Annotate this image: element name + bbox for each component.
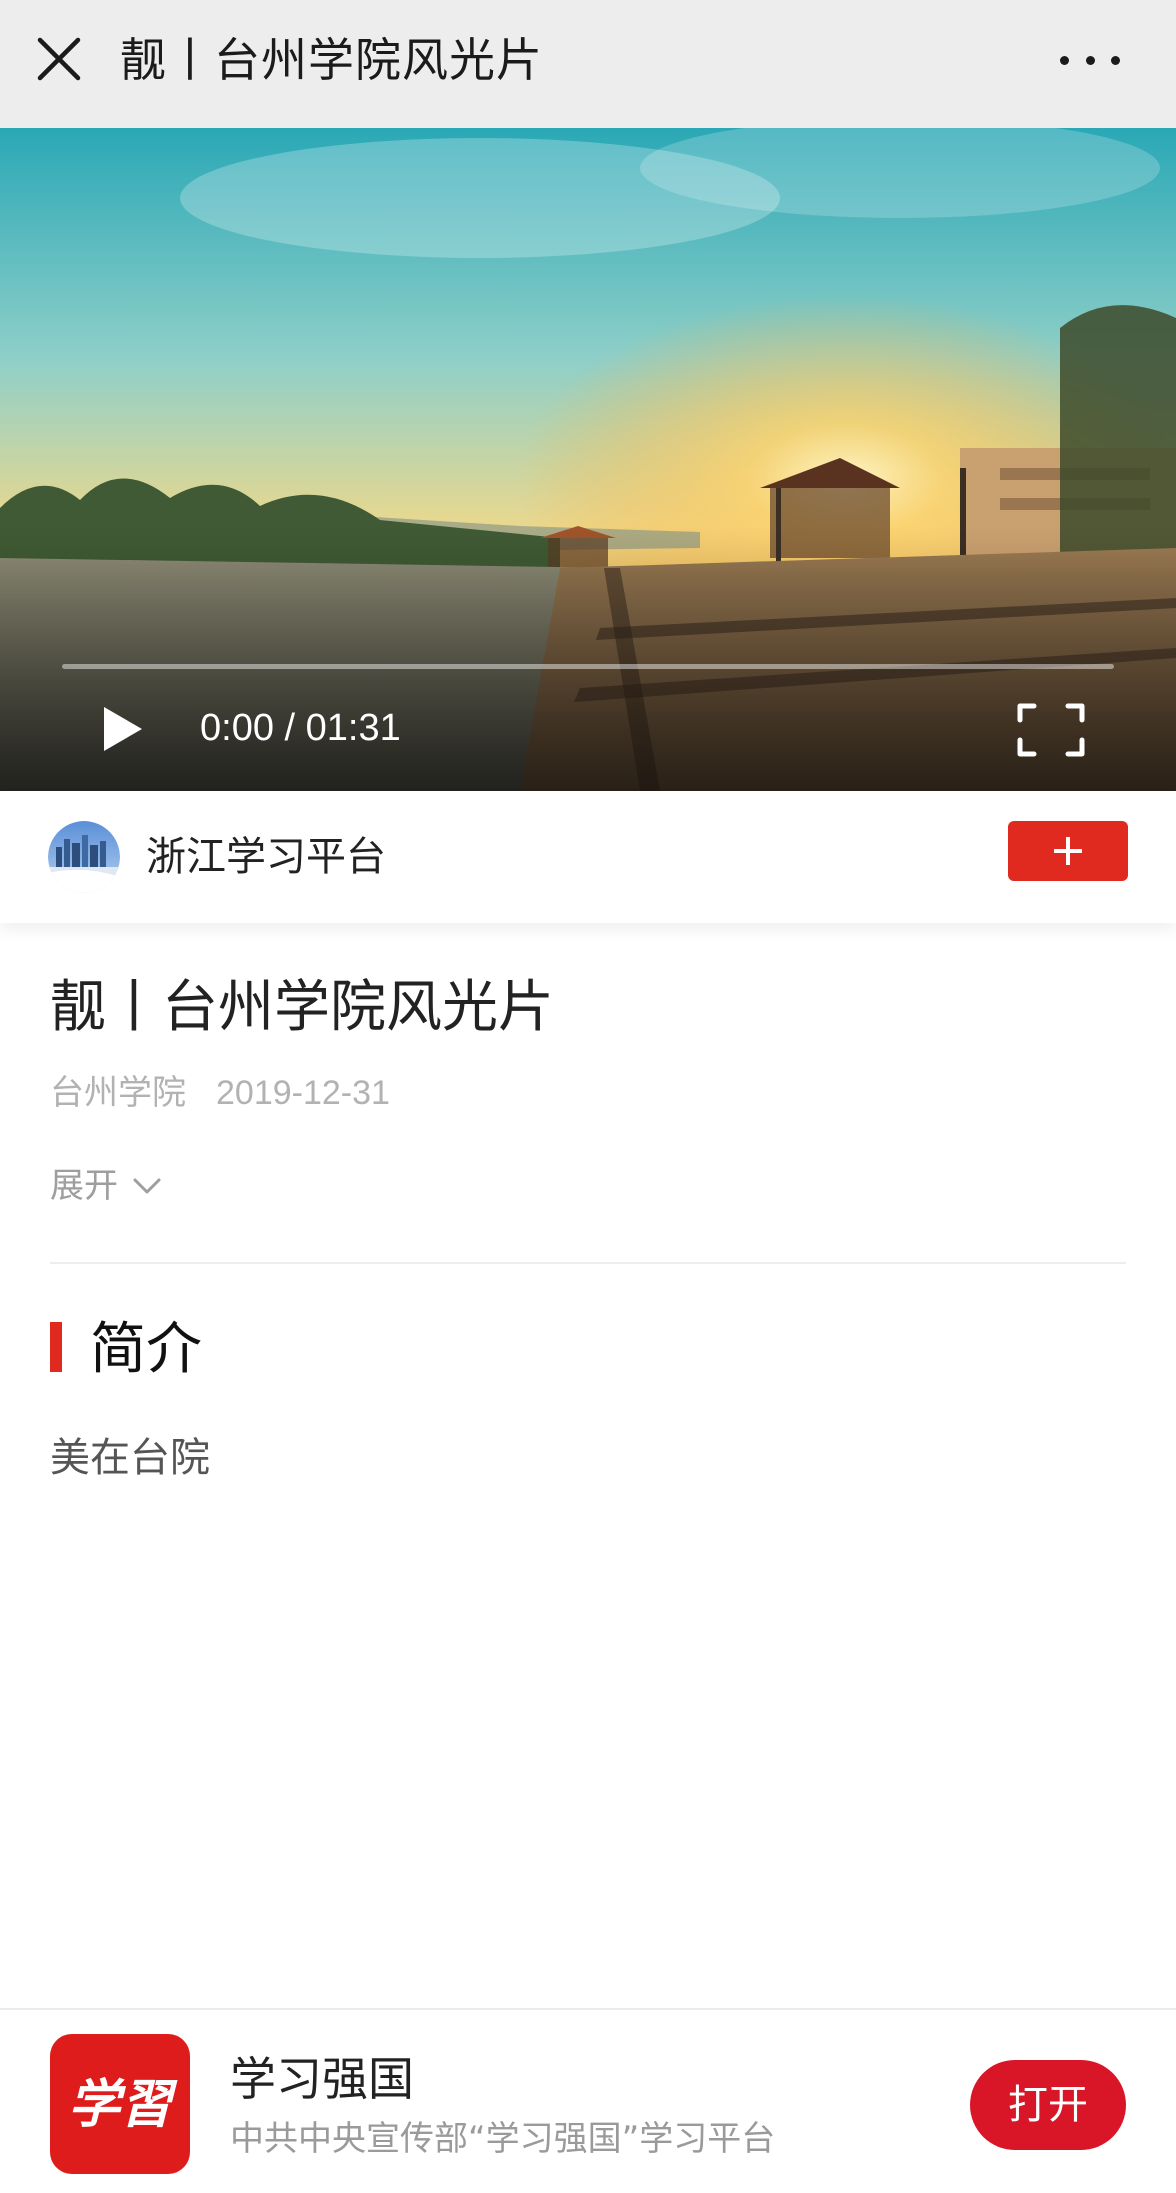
- app-logo: 学習: [50, 2034, 190, 2174]
- account-row: 浙江学习平台: [0, 791, 1176, 923]
- progress-bar[interactable]: [62, 664, 1114, 669]
- account-name[interactable]: 浙江学习平台: [146, 823, 386, 891]
- video-thumbnail: [0, 128, 1176, 791]
- video-player[interactable]: 0:00 / 01:31: [0, 128, 1176, 791]
- follow-button[interactable]: [1008, 821, 1128, 881]
- article-title: 靓丨台州学院风光片: [50, 975, 554, 1040]
- more-icon[interactable]: [1060, 38, 1120, 82]
- expand-label: 展开: [50, 1166, 118, 1206]
- close-icon[interactable]: [34, 34, 84, 84]
- app-logo-mark: 学習: [68, 2074, 178, 2135]
- summary-text: 美在台院: [50, 1435, 210, 1481]
- divider: [50, 1262, 1126, 1264]
- more-dot: [1085, 55, 1095, 65]
- plus-icon: [1054, 837, 1082, 865]
- expand-toggle[interactable]: 展开: [50, 1160, 164, 1212]
- play-icon[interactable]: [100, 704, 146, 754]
- chevron-down-icon: [133, 1178, 161, 1194]
- section-title: 简介: [90, 1317, 202, 1382]
- video-time: 0:00 / 01:31: [200, 707, 401, 749]
- more-dot: [1111, 55, 1120, 65]
- page-title: 靓丨台州学院风光片: [120, 33, 543, 87]
- open-app-button[interactable]: 打开: [970, 2060, 1126, 2150]
- fullscreen-icon[interactable]: [1016, 702, 1086, 758]
- article-date: 2019-12-31: [216, 1074, 390, 1112]
- app-name: 学习强国: [230, 2052, 414, 2106]
- app-logo-text: 学習: [68, 2074, 178, 2135]
- article-source: 台州学院: [50, 1073, 186, 1113]
- section-marker: [50, 1322, 62, 1372]
- avatar[interactable]: [48, 821, 120, 893]
- app-description: 中共中央宣传部“学习强国”学习平台: [230, 2119, 776, 2159]
- more-dot: [1060, 55, 1069, 65]
- app-download-banner: 学習 学习强国 中共中央宣传部“学习强国”学习平台 打开: [0, 2008, 1176, 2193]
- top-bar: 靓丨台州学院风光片: [0, 0, 1176, 128]
